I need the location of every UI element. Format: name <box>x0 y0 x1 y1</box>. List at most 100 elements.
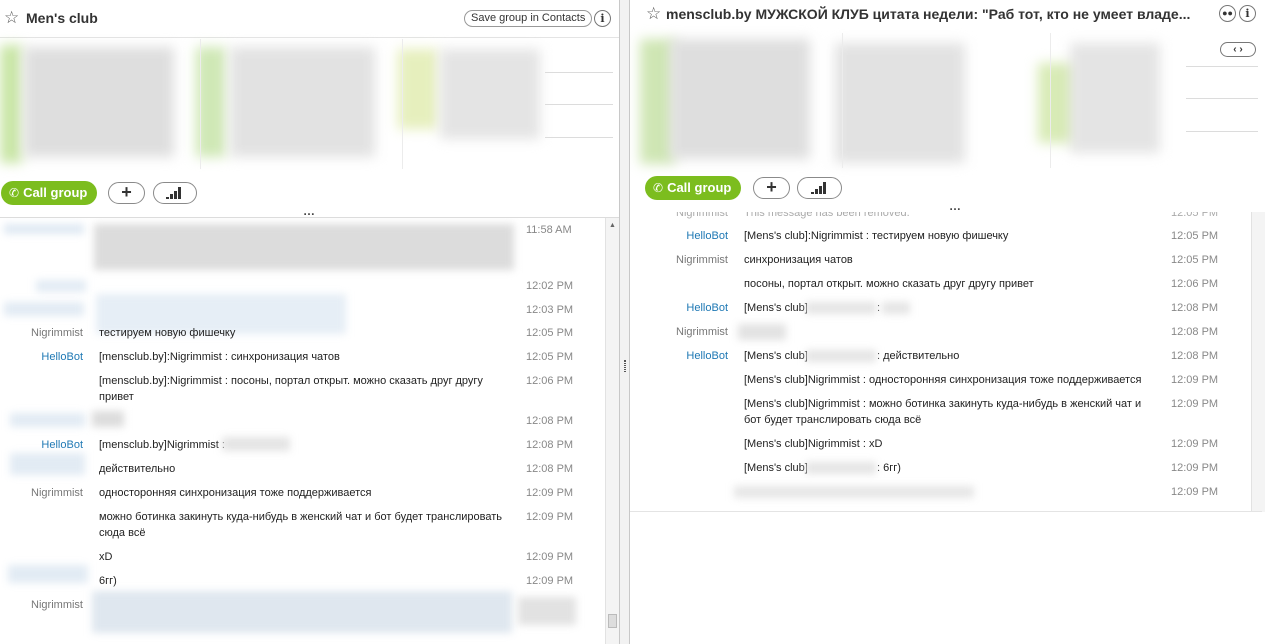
scroll-thumb[interactable] <box>608 614 617 628</box>
message-timestamp: 12:09 PM <box>1171 398 1219 410</box>
message-history: Nigrimmist This message has been removed… <box>630 212 1277 512</box>
message-timestamp: 12:09 PM <box>1171 438 1219 450</box>
star-icon[interactable]: ☆ <box>646 5 664 23</box>
chat-message: 12:03 PM <box>0 294 619 334</box>
message-timestamp: 12:05 PM <box>526 327 574 339</box>
message-sender[interactable]: Nigrimmist <box>0 597 83 613</box>
redacted-content <box>10 413 85 427</box>
redacted-content <box>222 437 290 451</box>
resize-handle[interactable]: … <box>303 204 315 218</box>
call-quality-button[interactable] <box>797 177 842 199</box>
message-text: xD <box>99 551 113 563</box>
chevron-left-icon[interactable]: ‹ <box>1233 44 1236 55</box>
message-timestamp: 12:09 PM <box>1171 462 1219 474</box>
redacted-content <box>8 565 88 583</box>
message-text: можно ботинка закинуть куда-нибудь в жен… <box>99 511 502 539</box>
redacted-content <box>734 486 974 498</box>
participants-icon[interactable]: ●● <box>1219 5 1236 22</box>
chat-message: 11:58 AM <box>0 222 619 272</box>
message-sender[interactable]: Nigrimmist <box>0 325 83 341</box>
conversation-title: mensclub.by МУЖСКОЙ КЛУБ цитата недели: … <box>666 6 1191 22</box>
message-text: 6гг) <box>99 575 117 587</box>
call-group-button[interactable]: ✆ Call group <box>645 176 742 200</box>
redacted-content <box>882 302 910 314</box>
message-timestamp: 12:08 PM <box>526 439 574 451</box>
scrollbar[interactable] <box>1251 212 1265 512</box>
redacted-content <box>806 350 876 362</box>
right-chat-window: ☆ mensclub.by МУЖСКОЙ КЛУБ цитата недели… <box>630 0 1277 644</box>
message-text-tail: : действительно <box>877 350 960 362</box>
message-timestamp: 12:08 PM <box>526 415 574 427</box>
message-timestamp: 12:06 PM <box>526 375 574 387</box>
message-text: [Mens's club]:Nigrimmist : тестируем нов… <box>744 230 1009 242</box>
call-quality-icon <box>166 187 184 199</box>
message-timestamp: 12:08 PM <box>1171 350 1219 362</box>
redacted-content <box>4 302 84 316</box>
info-icon[interactable]: i <box>1239 5 1256 22</box>
chat-message: HelloBot [mensclub.by]:Nigrimmist : синхр… <box>0 349 619 369</box>
chat-message: [mensclub.by]:Nigrimmist : посоны, порта… <box>0 373 619 409</box>
message-sender[interactable]: HelloBot <box>630 348 728 364</box>
message-text: посоны, портал открыт. можно сказать дру… <box>744 278 1034 290</box>
participants-pager[interactable]: ‹ › <box>1220 42 1256 57</box>
chat-message: [Mens's club]Nigrimmist : односторонняя … <box>630 372 1277 392</box>
message-text: действительно <box>99 463 176 475</box>
message-sender[interactable]: HelloBot <box>0 437 83 453</box>
conversation-header: ☆ Men's club Save group in Contacts i <box>0 0 619 38</box>
message-timestamp: 12:09 PM <box>526 511 574 523</box>
add-icon: + <box>766 177 777 197</box>
message-sender[interactable]: Nigrimmist <box>630 252 728 268</box>
chat-message: Nigrimmist синхронизация чатов 12:05 PM <box>630 252 1277 272</box>
chat-message: Nigrimmist 12:08 PM <box>630 324 1277 344</box>
save-group-in-contacts-button[interactable]: Save group in Contacts <box>464 10 593 27</box>
message-text-tail: : 6гг) <box>877 462 901 474</box>
chat-message: Nigrimmist односторонняя синхронизация то… <box>0 485 619 505</box>
message-timestamp: 12:03 PM <box>526 304 574 316</box>
chevron-right-icon[interactable]: › <box>1239 44 1242 55</box>
chat-message: 12:08 PM <box>0 411 619 433</box>
message-sender[interactable]: HelloBot <box>630 228 728 244</box>
pane-splitter[interactable] <box>619 0 630 644</box>
message-timestamp: 12:08 PM <box>1171 326 1219 338</box>
add-icon: + <box>121 182 132 202</box>
info-icon[interactable]: i <box>594 10 611 27</box>
message-text: [Mens's club]Nigrimmist : можно ботинка … <box>744 398 1142 426</box>
message-timestamp: 12:09 PM <box>526 551 574 563</box>
add-participant-button[interactable]: + <box>753 177 790 199</box>
message-timestamp: 12:09 PM <box>526 575 574 587</box>
redacted-content <box>36 280 86 292</box>
scroll-up-icon[interactable]: ▲ <box>609 222 616 229</box>
message-sender[interactable]: Nigrimmist <box>0 485 83 501</box>
message-timestamp: 12:08 PM <box>1171 302 1219 314</box>
message-timestamp: 11:58 AM <box>526 224 572 236</box>
add-participant-button[interactable]: + <box>108 182 145 204</box>
message-text: [mensclub.by]:Nigrimmist : посоны, порта… <box>99 375 483 403</box>
message-text: [mensclub.by]Nigrimmist : <box>99 439 225 451</box>
scrollbar[interactable]: ▲ <box>605 218 619 644</box>
chat-message: 12:09 PM <box>630 484 1277 504</box>
message-sender[interactable]: HelloBot <box>630 300 728 316</box>
chat-message: [Mens's club]: 6гг) 12:09 PM <box>630 460 1277 480</box>
phone-icon: ✆ <box>9 186 20 200</box>
message-text: [Mens's club]Nigrimmist : xD <box>744 438 883 450</box>
chat-message: HelloBot [Mens's club]:Nigrimmist : тести… <box>630 228 1277 248</box>
chat-message: HelloBot [Mens's club]:12:08 PM <box>630 300 1277 320</box>
call-quality-icon <box>810 182 829 194</box>
chat-message: Nigrimmist <box>0 591 619 633</box>
message-timestamp: 12:05 PM <box>1171 254 1219 266</box>
star-icon[interactable]: ☆ <box>4 9 22 27</box>
participants-area <box>0 39 619 169</box>
phone-icon: ✆ <box>653 181 664 195</box>
chat-message: 6гг) 12:09 PM <box>0 565 619 593</box>
call-group-button[interactable]: ✆ Call group <box>1 181 98 205</box>
resize-handle[interactable]: … <box>949 199 961 213</box>
call-quality-button[interactable] <box>153 182 197 204</box>
conversation-header: ☆ mensclub.by МУЖСКОЙ КЛУБ цитата недели… <box>630 0 1277 33</box>
conversation-title: Men's club <box>26 10 98 26</box>
chat-message: HelloBot [mensclub.by]Nigrimmist : 12:08 P… <box>0 437 619 457</box>
chat-message: [Mens's club]Nigrimmist : можно ботинка … <box>630 396 1277 432</box>
chat-message: Nigrimmist тестируем новую фишечку 12:05 P… <box>0 325 619 345</box>
message-sender[interactable]: Nigrimmist <box>630 324 728 340</box>
message-sender[interactable]: HelloBot <box>0 349 83 365</box>
partial-message: Nigrimmist This message has been removed… <box>676 212 1219 219</box>
